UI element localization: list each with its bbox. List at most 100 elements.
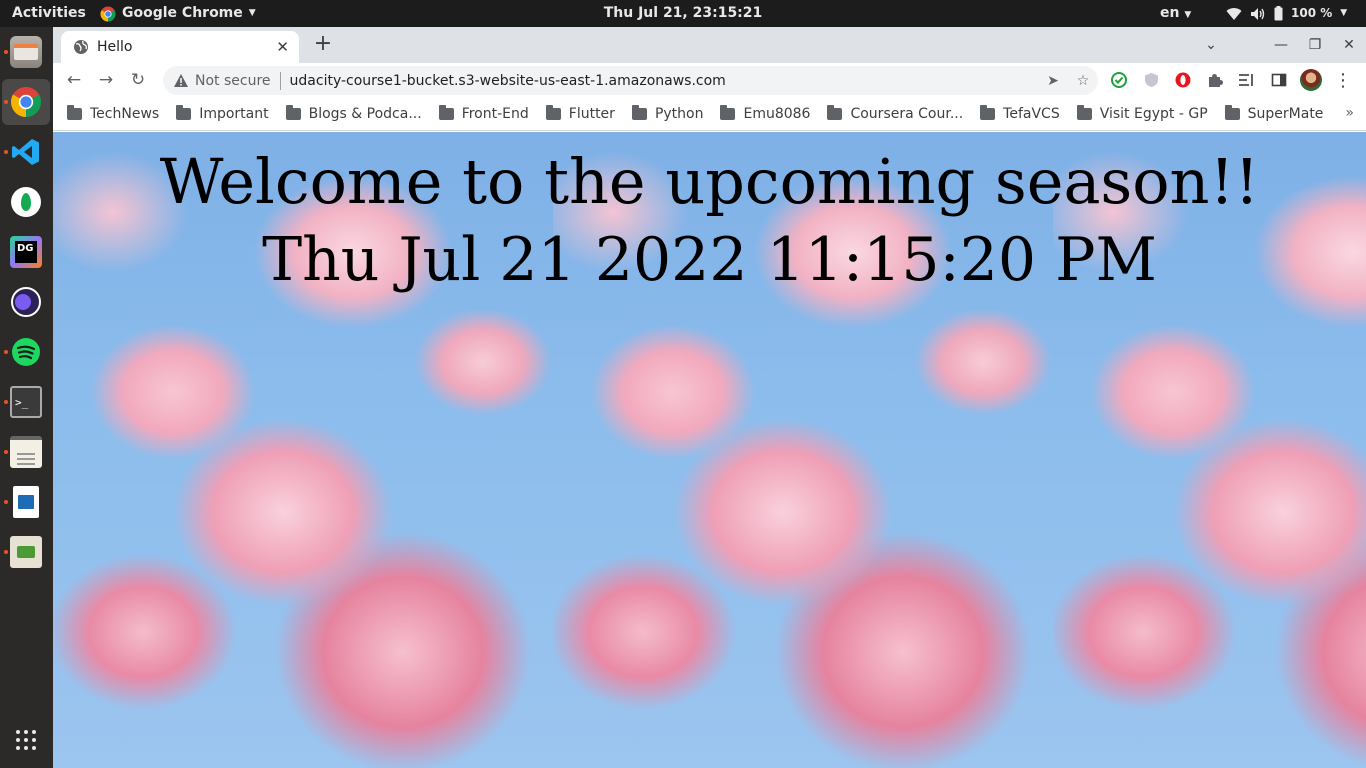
extensions-puzzle-icon[interactable]: [1203, 68, 1227, 92]
dock-files[interactable]: [2, 29, 50, 75]
forward-button[interactable]: →: [94, 68, 118, 92]
folder-icon: [980, 104, 996, 120]
running-indicator: [4, 350, 8, 354]
chrome-icon: [10, 87, 42, 117]
running-indicator: [4, 450, 8, 454]
dock-datagrip[interactable]: DG: [2, 229, 50, 275]
bookmark-folder[interactable]: Python: [631, 104, 704, 122]
libreoffice-writer-icon: [13, 486, 39, 518]
chevron-down-icon: ▼: [1340, 8, 1348, 18]
bookmark-folder[interactable]: Emu8086: [720, 104, 810, 122]
running-indicator: [4, 50, 8, 54]
folder-icon: [285, 104, 301, 120]
window-controls: ⌄ — ❐ ✕: [1194, 27, 1366, 63]
page-content: Welcome to the upcoming season!! Thu Jul…: [53, 132, 1366, 768]
dock-eclipse[interactable]: [2, 279, 50, 325]
spotify-icon: [12, 338, 40, 366]
bookmark-folder[interactable]: Front-End: [438, 104, 529, 122]
bookmarks-overflow-icon[interactable]: »: [1345, 105, 1354, 121]
close-window-button[interactable]: ✕: [1332, 37, 1366, 53]
system-monitor-icon: [10, 536, 42, 568]
bookmark-folder[interactable]: Flutter: [545, 104, 615, 122]
folder-icon: [1076, 104, 1092, 120]
bookmark-folder[interactable]: TefaVCS: [980, 104, 1060, 122]
wifi-icon: [1226, 7, 1242, 20]
bookmark-label: Front-End: [461, 105, 529, 122]
dock-libreoffice-writer[interactable]: [2, 479, 50, 525]
vscode-icon: [12, 139, 39, 165]
show-applications-button[interactable]: [2, 717, 50, 763]
bookmark-folder[interactable]: TechNews: [67, 104, 160, 122]
folder-icon: [631, 104, 647, 120]
files-icon: [10, 36, 42, 68]
url-text[interactable]: udacity-course1-bucket.s3-website-us-eas…: [290, 73, 1038, 89]
bookmark-label: TechNews: [90, 105, 160, 122]
navigation-toolbar: ← → ↻ Not secure udacity-course1-bucket.…: [53, 63, 1366, 97]
chrome-window: Hello ✕ + ⌄ — ❐ ✕ ← → ↻ Not secure udaci…: [53, 27, 1366, 768]
dock-vscode[interactable]: [2, 129, 50, 175]
dock-text-editor[interactable]: [2, 429, 50, 475]
bookmark-folder[interactable]: Blogs & Podca...: [285, 104, 422, 122]
profile-avatar[interactable]: [1299, 68, 1323, 92]
language-indicator[interactable]: en ▼: [1160, 0, 1191, 27]
tab-strip: Hello ✕ + ⌄ — ❐ ✕: [53, 27, 1366, 63]
bookmark-folder[interactable]: SuperMate: [1224, 104, 1324, 122]
check-extension-icon[interactable]: [1107, 68, 1131, 92]
minimize-button[interactable]: —: [1264, 37, 1298, 53]
system-menu[interactable]: 100 % ▼: [1226, 0, 1347, 27]
shield-extension-icon[interactable]: [1139, 68, 1163, 92]
activities-button[interactable]: Activities: [12, 0, 86, 27]
reading-list-icon[interactable]: [1235, 68, 1259, 92]
mongodb-compass-icon: [11, 187, 41, 217]
dock-mongodb-compass[interactable]: [2, 179, 50, 225]
bookmark-label: SuperMate: [1247, 105, 1324, 122]
bookmark-label: Python: [654, 105, 704, 122]
folder-icon: [720, 104, 736, 120]
date-time-display: Thu Jul 21 2022 11:15:20 PM: [262, 225, 1157, 295]
reload-button[interactable]: ↻: [126, 68, 150, 92]
terminal-icon: >_: [10, 386, 42, 418]
running-indicator: [4, 100, 8, 104]
bookmark-label: Visit Egypt - GP: [1099, 105, 1208, 122]
dock-system-monitor[interactable]: [2, 529, 50, 575]
tab-hello[interactable]: Hello ✕: [61, 31, 299, 63]
security-label[interactable]: Not secure: [195, 73, 271, 89]
bookmark-folder[interactable]: Visit Egypt - GP: [1076, 104, 1208, 122]
back-button[interactable]: ←: [62, 68, 86, 92]
dock: DG >_: [0, 27, 53, 768]
bookmark-label: Coursera Cour...: [850, 105, 964, 122]
restore-button[interactable]: ❐: [1298, 37, 1332, 53]
extensions-area: ⋮: [1107, 68, 1355, 92]
send-icon[interactable]: ➤: [1038, 73, 1068, 89]
bookmark-label: Blogs & Podca...: [308, 105, 422, 122]
new-tab-button[interactable]: +: [311, 33, 335, 57]
bookmark-folder[interactable]: Important: [176, 104, 269, 122]
close-tab-icon[interactable]: ✕: [276, 38, 289, 56]
more-menu-icon[interactable]: ⋮: [1331, 68, 1355, 92]
datagrip-icon: DG: [10, 236, 42, 268]
folder-icon: [176, 104, 192, 120]
opera-extension-icon[interactable]: [1171, 68, 1195, 92]
tab-search-icon[interactable]: ⌄: [1194, 37, 1228, 53]
folder-icon: [827, 104, 843, 120]
language-label: en: [1160, 5, 1180, 21]
bookmark-folder[interactable]: Coursera Cour...: [827, 104, 964, 122]
side-panel-icon[interactable]: [1267, 68, 1291, 92]
battery-icon: [1274, 6, 1283, 21]
show-applications-icon: [16, 730, 36, 750]
app-menu[interactable]: Google Chrome ▼: [100, 0, 256, 27]
dock-terminal[interactable]: >_: [2, 379, 50, 425]
bookmark-star-icon[interactable]: ☆: [1068, 73, 1098, 89]
bookmarks-bar: TechNews Important Blogs & Podca... Fron…: [53, 97, 1366, 131]
globe-icon: [74, 40, 88, 54]
running-indicator: [4, 400, 8, 404]
folder-icon: [438, 104, 454, 120]
battery-percentage: 100 %: [1291, 6, 1333, 20]
running-indicator: [4, 500, 8, 504]
address-bar[interactable]: Not secure udacity-course1-bucket.s3-web…: [163, 66, 1098, 95]
dock-chrome[interactable]: [2, 79, 50, 125]
dock-spotify[interactable]: [2, 329, 50, 375]
bookmark-label: TefaVCS: [1003, 105, 1060, 122]
bookmark-label: Flutter: [568, 105, 615, 122]
text-editor-icon: [10, 436, 42, 468]
